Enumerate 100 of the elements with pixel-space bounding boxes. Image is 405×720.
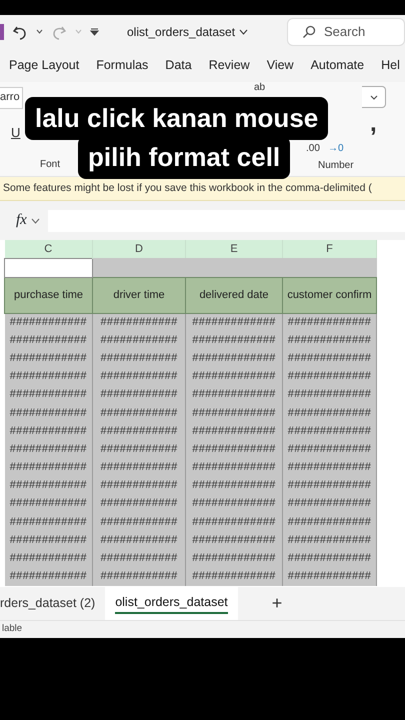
table-cell: ############# [282,422,376,440]
number-format-field[interactable] [362,86,386,108]
table-cell: ############# [282,349,376,368]
table-cell: purchase time [4,277,92,313]
table-cell: ############# [282,386,376,404]
table-cell: ############ [92,331,186,350]
table-cell: ############# [186,513,282,532]
table-cell: driver time [92,277,186,313]
sheet-tab[interactable]: rders_dataset (2) [0,587,106,620]
table-cell: ############ [4,549,92,568]
search-placeholder: Search [324,22,366,41]
ribbon-tab[interactable]: Page Layout [9,56,80,74]
table-cell: ############ [92,349,186,368]
chevron-icon [370,94,378,100]
table-cell: ############# [282,531,376,550]
table-cell: ############# [186,422,282,440]
table-cell: ############# [282,404,376,422]
comma-button[interactable]: , [370,112,377,136]
file-name[interactable]: olist_orders_dataset [127,22,248,40]
table-cell: ############# [282,368,376,386]
wrap-label: ab [254,83,266,93]
table-cell: ############ [4,531,92,550]
table-cell: ############ [4,476,92,495]
table-cell: ############# [282,494,376,514]
table-cell: ############ [4,568,92,586]
table-cell: ############ [92,476,186,495]
table-cell: ############ [92,531,186,550]
table-cell: customer confirm [282,277,376,313]
ribbon-tab[interactable]: Review [208,56,250,74]
table-cell: ############ [92,513,186,532]
underline-button[interactable]: U [11,126,20,139]
table-cell: ############ [92,422,186,440]
table-cell: delivered date [186,277,282,313]
table-cell: ############# [186,368,282,386]
table-cell: ############ [92,549,186,568]
table-cell: ############ [92,568,186,586]
table-cell: ############ [4,458,92,477]
ribbon-tab[interactable]: Automate [310,56,364,74]
chevron-icon[interactable] [30,218,40,224]
table-cell: ############# [186,568,282,586]
search-field[interactable]: Search [287,18,405,46]
function-button[interactable]: fx [16,209,27,232]
table-cell: ############# [282,313,376,332]
decimal-arrow: →0 [328,144,344,154]
table-cell: ############ [92,313,186,332]
table-cell: ############ [4,386,92,404]
table-cell: ############ [92,458,186,477]
table-cell: ############ [92,386,186,404]
caret-icon[interactable] [36,29,43,34]
app-accent [0,24,4,40]
add-sheet-button[interactable]: + [262,587,292,620]
table-cell: ############ [92,368,186,386]
ribbon-tab[interactable]: View [266,56,294,74]
ribbon-tab[interactable]: Hel [381,56,400,74]
table-cell: ############# [186,331,282,350]
table-cell: ############# [282,568,376,586]
chevron-icon [239,28,248,34]
column-header[interactable]: C [4,240,92,258]
column-header[interactable]: E [186,240,282,258]
table-cell: ############# [186,458,282,477]
table-cell: ############ [92,494,186,514]
decimal-label: .00 [306,144,320,154]
table-cell: ############# [186,349,282,368]
table-cell: ############ [4,313,92,332]
table-cell: ############# [282,513,376,532]
table-cell: ############ [4,422,92,440]
caption-text: lalu click kanan mouse [25,97,328,140]
column-header[interactable]: F [282,240,376,258]
table-cell: ############# [282,458,376,477]
customize-icon[interactable] [90,28,99,36]
table-cell: ############ [4,349,92,368]
table-cell: ############# [186,313,282,332]
table-cell: ############# [186,549,282,568]
search-icon [302,24,316,38]
table-cell: ############# [186,531,282,550]
status-text: lable [0,620,405,638]
table-cell: ############ [4,494,92,514]
ribbon-tab[interactable]: Data [165,56,192,74]
table-cell: ############# [186,404,282,422]
sheet-tab[interactable]: olist_orders_dataset [105,587,238,620]
table-cell: ############ [4,440,92,458]
table-cell: ############ [4,404,92,422]
table-cell: ############# [186,494,282,514]
table-cell: ############# [282,331,376,350]
column-header[interactable]: D [92,240,186,258]
table-cell: ############# [282,549,376,568]
table-cell: ############ [4,513,92,532]
table-cell: ############ [92,440,186,458]
table-cell: ############# [186,440,282,458]
table-cell: ############ [92,404,186,422]
table-cell: ############# [282,440,376,458]
group-label: Number [318,161,354,171]
table-cell: ############# [186,386,282,404]
table-cell: ############ [4,331,92,350]
table-cell: ############# [282,476,376,495]
group-label: Font [40,160,60,170]
ribbon-tab[interactable]: Formulas [96,56,148,74]
table-cell: ############ [4,368,92,386]
font-name-field[interactable]: arro [0,87,23,109]
table-cell: ############# [186,476,282,495]
